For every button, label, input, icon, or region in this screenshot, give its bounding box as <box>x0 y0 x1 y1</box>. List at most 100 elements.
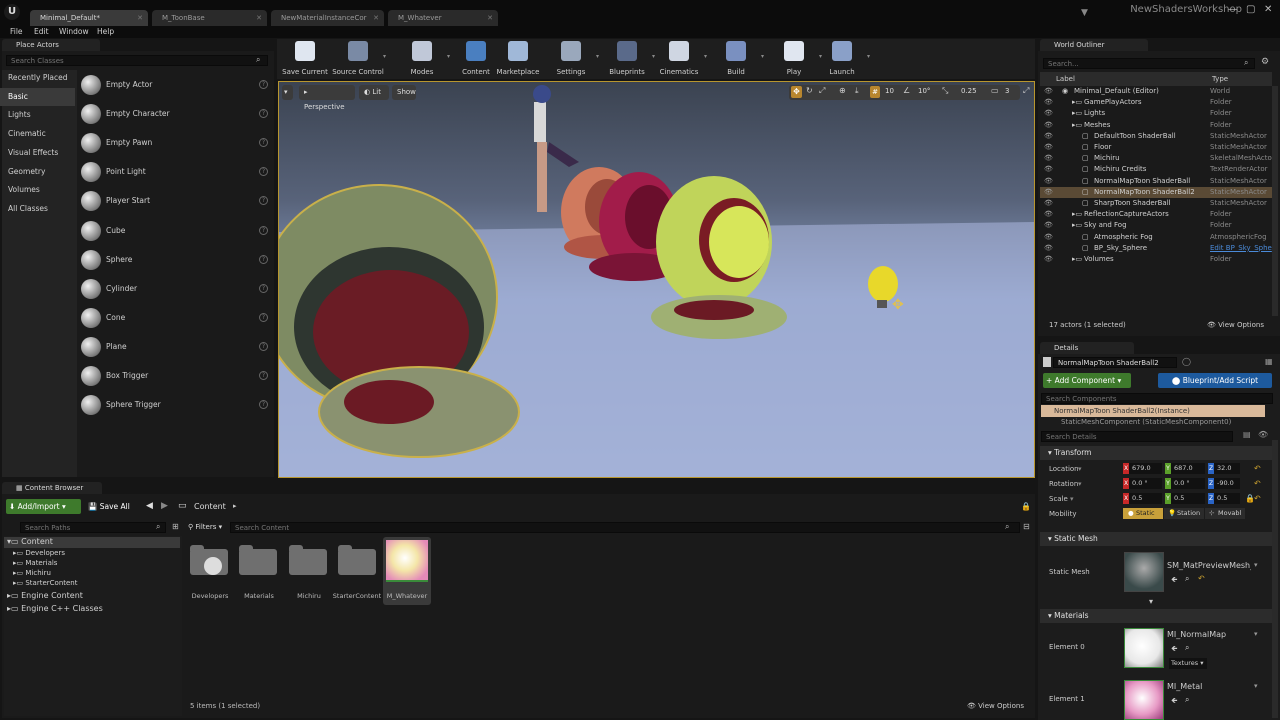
visibility-icon[interactable]: 👁 <box>1044 142 1053 153</box>
toolbar-save-current[interactable]: Save Current <box>277 41 333 76</box>
scale-icon[interactable]: ⤢ <box>819 86 825 96</box>
close-icon[interactable]: ✕ <box>373 10 379 26</box>
outliner-row[interactable]: 👁 ▢ NormalMapToon ShaderBall2 StaticMeshAct… <box>1040 186 1272 198</box>
details-tab[interactable]: Details <box>1040 342 1134 354</box>
toolbar-cinematics[interactable]: Cinematics ▾ <box>651 41 707 76</box>
outliner-item-type[interactable]: Edit BP_Sky_Sphe <box>1210 243 1272 254</box>
folder-starter-content[interactable] <box>338 545 376 577</box>
actor-plane[interactable]: Plane? <box>79 333 272 362</box>
dropdown-icon[interactable]: ▾ <box>704 53 707 60</box>
notification-icon[interactable]: ▼ <box>1081 8 1088 18</box>
details-scrollbar[interactable] <box>1272 440 1278 718</box>
browse-icon[interactable]: ⌕ <box>1185 695 1189 705</box>
rotate-icon[interactable]: ↻ <box>806 86 813 95</box>
tree-starter-content[interactable]: ▸▭ StarterContent <box>13 579 77 587</box>
visibility-icon[interactable]: 👁 <box>1044 131 1053 142</box>
close-window-icon[interactable]: ✕ <box>1264 4 1272 15</box>
save-all-button[interactable]: 💾 Save All <box>86 499 138 514</box>
outliner-row[interactable]: 👁 ▢ Atmospheric Fog AtmosphericFog <box>1040 232 1272 243</box>
label-column[interactable]: Label <box>1056 75 1075 83</box>
world-outliner-tab[interactable]: World Outliner <box>1040 39 1148 51</box>
location-x-field[interactable]: X 679.0 <box>1123 463 1162 474</box>
lock-icon[interactable]: ◯ <box>1182 357 1191 366</box>
component-child-row[interactable]: StaticMeshComponent (StaticMeshComponent… <box>1041 418 1265 427</box>
use-selected-icon[interactable]: 🡸 <box>1171 643 1178 657</box>
help-icon[interactable]: ? <box>259 80 268 89</box>
tab-m-toonbase[interactable]: M_ToonBase ✕ <box>152 10 267 26</box>
scale-x-field[interactable]: X 0.5 <box>1123 493 1162 504</box>
minimize-icon[interactable]: — <box>1228 4 1238 15</box>
forward-icon[interactable]: ▶ <box>161 501 168 511</box>
help-icon[interactable]: ? <box>259 225 268 235</box>
textures-dropdown[interactable]: Textures ▾ <box>1169 658 1207 669</box>
category-cinematic[interactable]: Cinematic <box>0 125 75 143</box>
rotation-x-field[interactable]: X 0.0 ° <box>1123 478 1162 489</box>
lock-icon[interactable]: 🔒 <box>1021 502 1031 511</box>
category-basic[interactable]: Basic <box>0 87 75 106</box>
help-icon[interactable]: ? <box>259 283 268 293</box>
visibility-icon[interactable]: 👁 <box>1044 86 1053 97</box>
asset-m-whatever-thumbnail[interactable] <box>386 540 428 582</box>
type-column[interactable]: Type <box>1212 75 1228 83</box>
help-icon[interactable]: ? <box>259 138 268 148</box>
search-components-input[interactable] <box>1041 393 1273 404</box>
actor-cone[interactable]: Cone? <box>79 304 272 333</box>
outliner-row[interactable]: 👁 ▸▭ Volumes Folder <box>1040 254 1272 265</box>
details-view-options-icon[interactable]: 👁 <box>1258 430 1268 439</box>
tree-content[interactable]: ▾▭ Content <box>7 537 53 546</box>
place-actors-tab[interactable]: Place Actors <box>2 39 100 51</box>
filters-button[interactable]: ⚲ Filters ▾ <box>188 521 228 533</box>
reset-icon[interactable]: ↶ <box>1198 574 1205 583</box>
actor-box-trigger[interactable]: Box Trigger? <box>79 362 272 391</box>
close-icon[interactable]: ✕ <box>137 10 143 26</box>
outliner-row[interactable]: 👁 ▢ Floor StaticMeshActor <box>1040 142 1272 153</box>
category-recently-placed[interactable]: Recently Placed <box>0 69 75 87</box>
add-import-button[interactable]: ⬇ Add/Import ▾ <box>6 499 81 514</box>
scale-z-field[interactable]: Z 0.5 <box>1208 493 1240 504</box>
help-icon[interactable]: ? <box>259 167 268 177</box>
actor-sphere[interactable]: Sphere? <box>79 246 272 275</box>
visibility-icon[interactable]: 👁 <box>1044 176 1053 187</box>
visibility-icon[interactable]: 👁 <box>1044 243 1053 254</box>
component-root-row[interactable]: NormalMapToon ShaderBall2(Instance) <box>1041 405 1265 417</box>
outliner-row[interactable]: 👁 ▢ DefaultToon ShaderBall StaticMeshActor <box>1040 131 1272 142</box>
dropdown-icon[interactable]: ▾ <box>1254 682 1258 690</box>
reset-icon[interactable]: ↶ <box>1254 464 1261 473</box>
rotation-y-field[interactable]: Y 0.0 ° <box>1165 478 1205 489</box>
search-details-input[interactable] <box>1041 431 1233 442</box>
tree-materials[interactable]: ▸▭ Materials <box>13 559 57 567</box>
outliner-view-options[interactable]: 👁 View Options <box>1207 321 1264 329</box>
grid-view-icon[interactable]: ▦ <box>1265 357 1273 366</box>
expand-icon[interactable]: ▾ <box>1149 597 1153 606</box>
outliner-row[interactable]: 👁 ▢ NormalMapToon ShaderBall StaticMeshActo… <box>1040 176 1272 187</box>
outliner-row[interactable]: 👁 ▢ SharpToon ShaderBall StaticMeshActor <box>1040 198 1272 209</box>
browse-icon[interactable]: ⌕ <box>1185 574 1189 584</box>
close-icon[interactable]: ✕ <box>256 10 262 26</box>
toolbar-build[interactable]: Build ▾ <box>708 41 764 76</box>
path-arrow-icon[interactable]: ▸ <box>233 502 237 510</box>
toolbar-source-control[interactable]: Source Control ▾ <box>330 41 386 76</box>
rotation-snap-icon[interactable]: ∠ <box>903 86 910 95</box>
static-mesh-section[interactable]: ▾ Static Mesh <box>1040 532 1272 546</box>
help-icon[interactable]: ? <box>259 400 268 410</box>
search-content-input[interactable] <box>230 522 1020 533</box>
tree-engine-content[interactable]: ▸▭ Engine Content <box>7 591 83 600</box>
menu-help[interactable]: Help <box>97 27 114 36</box>
use-selected-icon[interactable]: 🡸 <box>1171 695 1178 709</box>
folder-michiru[interactable] <box>289 545 327 577</box>
search-classes-input[interactable] <box>6 55 268 66</box>
location-y-field[interactable]: Y 687.0 <box>1165 463 1205 474</box>
outliner-scrollbar[interactable] <box>1272 86 1278 316</box>
dropdown-icon[interactable]: ▾ <box>383 53 386 60</box>
scale-snap-value[interactable]: 0.25 <box>961 87 977 95</box>
transform-section[interactable]: ▾ Transform <box>1040 446 1272 460</box>
camera-speed-value[interactable]: 3 <box>1005 87 1009 95</box>
outliner-row[interactable]: 👁 ▸▭ Sky and Fog Folder <box>1040 220 1272 231</box>
menu-edit[interactable]: Edit <box>34 27 49 36</box>
add-folder-icon[interactable]: ⊞ <box>172 522 179 531</box>
level-viewport[interactable]: ✥ <box>278 81 1035 478</box>
dropdown-icon[interactable]: ▾ <box>1254 561 1258 569</box>
grid-size-value[interactable]: 10 <box>885 87 894 95</box>
actor-empty-character[interactable]: Empty Character? <box>79 100 272 129</box>
folder-materials[interactable] <box>239 545 277 577</box>
